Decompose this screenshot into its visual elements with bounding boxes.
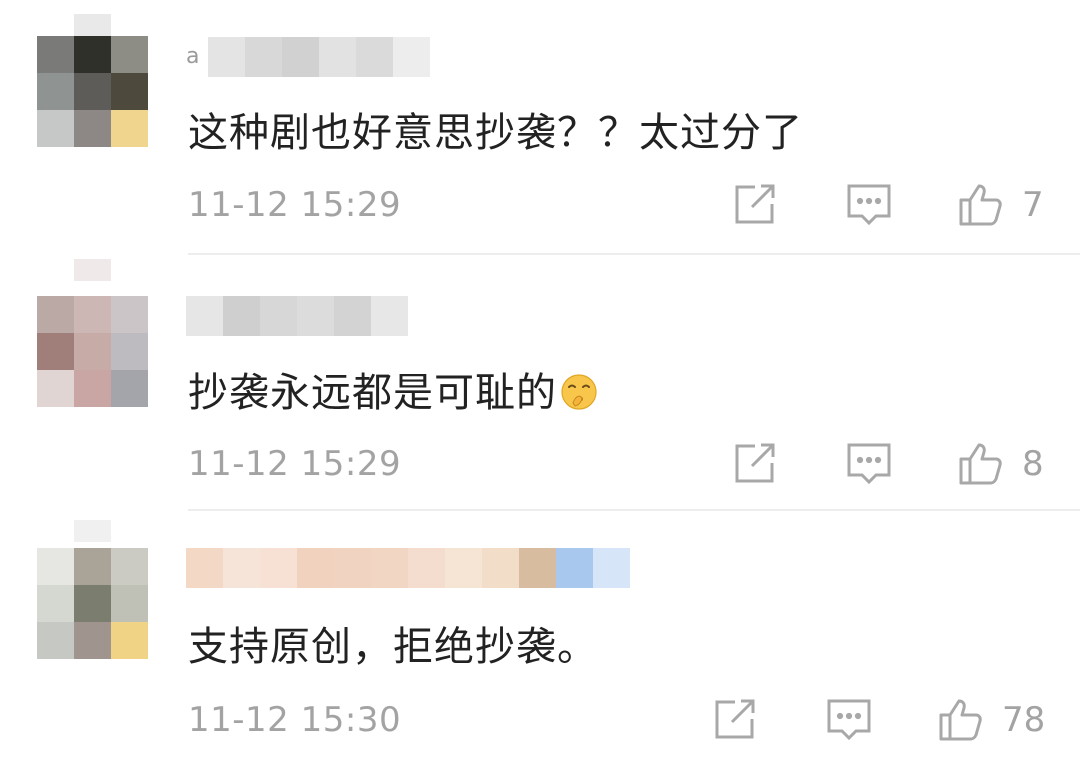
share-icon [735,443,775,483]
username-mosaic-tile [556,548,593,588]
avatar-edge [74,520,111,542]
username-mosaic-tile [334,548,371,588]
share-icon [715,699,755,739]
username-initial: a [186,44,200,69]
thumbs-up-icon [939,699,982,741]
comment-text: 抄袭永远都是可耻的 [188,360,599,418]
share-button[interactable] [731,180,779,228]
username-mosaic-tile [223,548,260,588]
avatar-mosaic-tile [74,333,111,370]
avatar-mosaic-tile [74,73,111,110]
avatar-mosaic-tile [74,370,111,407]
avatar-mosaic-tile [37,73,74,110]
share-icon [735,184,775,224]
reply-icon [827,699,871,741]
comment-text: 这种剧也好意思抄袭？？太过分了 [188,110,803,156]
avatar-mosaic-tile [111,370,148,407]
avatar-mosaic-tile [74,585,111,622]
username-mosaic-tile [208,37,245,77]
like-count: 7 [1022,185,1044,225]
avatar-mosaic-tile [74,296,111,333]
avatar-mosaic-tile [37,622,74,659]
avatar-mosaic-tile [37,548,74,585]
username-mosaic-tile [186,548,223,588]
avatar[interactable] [37,36,148,147]
avatar-mosaic-tile [111,73,148,110]
avatar-mosaic-tile [37,585,74,622]
avatar-mosaic-tile [37,370,74,407]
divider [188,253,1080,255]
username-mosaic-tile [260,548,297,588]
username-mosaic-tile [223,296,260,336]
like-count: 78 [1002,700,1046,740]
avatar-mosaic-tile [37,36,74,73]
avatar-mosaic-tile [111,548,148,585]
reply-icon [847,443,891,485]
username-mosaic-tile [408,548,445,588]
avatar-mosaic-tile [111,585,148,622]
username-mosaic-tile [297,548,334,588]
avatar-edge [74,14,111,36]
username-mosaic-tile [393,37,430,77]
avatar[interactable] [37,296,148,407]
username-mosaic-tile [186,296,223,336]
like-button[interactable] [937,695,985,743]
reply-button[interactable] [825,695,873,743]
avatar-mosaic-tile [111,622,148,659]
avatar-mosaic-tile [111,36,148,73]
avatar-mosaic-tile [37,296,74,333]
avatar-mosaic-tile [74,110,111,147]
username-mosaic-tile [482,548,519,588]
username-mosaic-tile [260,296,297,336]
shush-face-emoji [561,374,597,410]
reply-button[interactable] [845,180,893,228]
username-mosaic-tile [371,296,408,336]
reply-icon [847,184,891,226]
username-mosaic-tile [334,296,371,336]
thumbs-up-icon [959,184,1002,226]
username-mosaic-tile [371,548,408,588]
username-mosaic-tile [593,548,630,588]
avatar-edge [74,259,111,281]
avatar-mosaic-tile [111,333,148,370]
username-blurred[interactable] [208,37,430,77]
avatar-mosaic-tile [37,333,74,370]
avatar-mosaic-tile [111,110,148,147]
username-blurred[interactable] [186,296,408,336]
avatar[interactable] [37,548,148,659]
username-mosaic-tile [319,37,356,77]
comment-time: 11-12 15:30 [188,700,402,740]
share-button[interactable] [731,439,779,487]
thumbs-up-icon [959,443,1002,485]
username-mosaic-tile [519,548,556,588]
username-mosaic-tile [245,37,282,77]
divider [188,509,1080,511]
like-count: 8 [1022,444,1044,484]
avatar-mosaic-tile [74,548,111,585]
username-mosaic-tile [445,548,482,588]
share-button[interactable] [711,695,759,743]
reply-button[interactable] [845,439,893,487]
comment-time: 11-12 15:29 [188,185,402,225]
avatar-mosaic-tile [74,36,111,73]
avatar-mosaic-tile [37,110,74,147]
like-button[interactable] [957,180,1005,228]
comment-time: 11-12 15:29 [188,444,402,484]
username-mosaic-tile [282,37,319,77]
comment-text-value: 抄袭永远都是可耻的 [188,370,557,416]
avatar-mosaic-tile [74,622,111,659]
like-button[interactable] [957,439,1005,487]
avatar-mosaic-tile [111,296,148,333]
username-mosaic-tile [356,37,393,77]
comment-text: 支持原创，拒绝抄袭。 [188,624,598,670]
username-blurred[interactable] [186,548,630,588]
username-mosaic-tile [297,296,334,336]
